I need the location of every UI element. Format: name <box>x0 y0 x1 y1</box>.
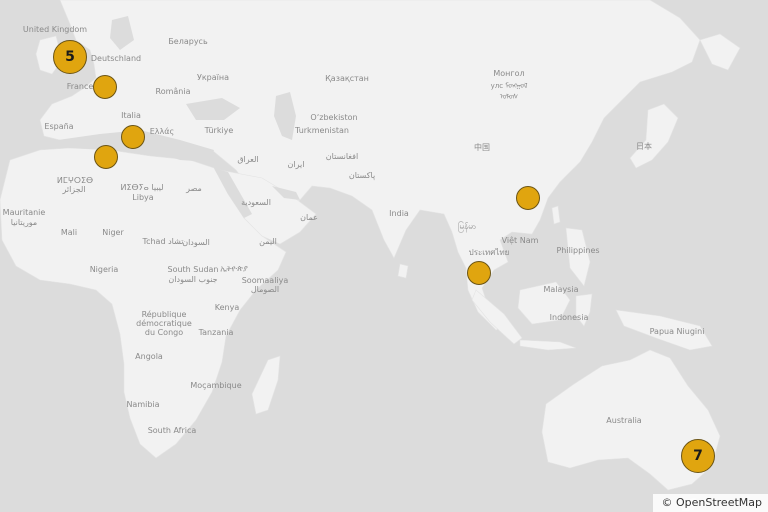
label-mauritanie: Mauritanie <box>2 208 46 217</box>
label-china: 中国 <box>474 143 490 152</box>
label-myanmar: မြန်မာ <box>458 222 476 231</box>
label-romania: România <box>155 87 191 96</box>
label-niger: Niger <box>102 228 124 237</box>
label-afghanistan: افغانستان <box>325 152 359 161</box>
map-base-layer <box>0 0 768 512</box>
label-south-sudan-arabic: جنوب السودان <box>168 275 218 284</box>
label-france: France <box>66 82 94 91</box>
label-namibia: Namibia <box>126 400 160 409</box>
label-sudan: السودان <box>182 238 210 247</box>
label-turkiye: Türkiye <box>204 126 234 135</box>
label-yemen: اليمن <box>259 237 277 246</box>
label-oman: عمان <box>300 213 318 222</box>
label-tchad: Tchad تشاد <box>142 237 184 246</box>
label-uzbekistan: O‘zbekiston <box>310 113 358 122</box>
label-nigeria: Nigeria <box>89 265 119 274</box>
cluster-marker-uk[interactable]: 5 <box>53 40 87 74</box>
location-marker-greece[interactable] <box>121 125 145 149</box>
map-attribution[interactable]: © OpenStreetMap <box>653 494 768 512</box>
label-united-kingdom: United Kingdom <box>22 25 88 34</box>
label-ethiopia: ኢትዮጵያ <box>220 264 248 273</box>
label-espana: España <box>44 122 74 131</box>
label-mongolia-3: ᠤᠯᠤᠰ <box>499 93 519 101</box>
label-mongolia-1: Монгол <box>493 69 525 78</box>
label-deutschland: Deutschland <box>90 54 142 63</box>
location-marker-china-south[interactable] <box>516 186 540 210</box>
label-mali: Mali <box>60 228 78 237</box>
label-mauritania-arabic: موريتانيا <box>10 218 38 227</box>
label-turkmenistan: Turkmenistan <box>295 126 349 135</box>
label-japan: 日本 <box>636 142 652 151</box>
label-viet-nam: Việt Nam <box>501 236 539 245</box>
label-ukraine: Україна <box>196 73 230 82</box>
label-libya-script: ⵍⵉⴱⵢⴰ ليبيا <box>120 183 164 192</box>
label-kenya: Kenya <box>214 303 240 312</box>
label-philippines: Philippines <box>556 246 600 255</box>
label-thailand: ประเทศไทย <box>468 248 510 257</box>
label-pakistan: پاکستان <box>348 171 376 180</box>
label-kazakhstan: Қазақстан <box>325 74 369 83</box>
label-indonesia: Indonesia <box>549 313 589 322</box>
label-papua-niugini: Papua Niugini <box>649 327 705 336</box>
label-libya: Libya <box>132 193 154 202</box>
label-saudi-arabia: السعودية <box>241 198 271 207</box>
sri-lanka <box>397 263 409 279</box>
label-ellas: Ελλάς <box>149 127 175 136</box>
label-drc-3: du Congo <box>144 328 184 337</box>
label-south-sudan: South Sudan <box>167 265 219 274</box>
map-canvas[interactable]: United Kingdom Deutschland Беларусь Укра… <box>0 0 768 512</box>
label-iraq: العراق <box>237 155 259 164</box>
label-mocambique: Moçambique <box>190 381 242 390</box>
label-angola: Angola <box>135 352 163 361</box>
label-india: India <box>389 209 409 218</box>
label-malaysia: Malaysia <box>543 285 579 294</box>
label-belarus: Беларусь <box>168 37 208 46</box>
label-somalia-arabic: الصومال <box>250 285 280 294</box>
label-iran: ایران <box>287 160 305 169</box>
location-marker-malaysia[interactable] <box>467 261 491 285</box>
label-tanzania: Tanzania <box>198 328 234 337</box>
label-south-africa: South Africa <box>147 426 197 435</box>
label-egypt: مصر <box>186 184 202 193</box>
location-marker-tunisia[interactable] <box>94 145 118 169</box>
label-algeria: الجزائر <box>62 185 86 194</box>
label-australia: Australia <box>606 416 642 425</box>
cluster-marker-australia[interactable]: 7 <box>681 439 715 473</box>
location-marker-france[interactable] <box>93 75 117 99</box>
label-italia: Italia <box>121 111 141 120</box>
label-mongolia-2: улс ᠮᠣᠩᠭᠣᠯ <box>490 82 528 90</box>
